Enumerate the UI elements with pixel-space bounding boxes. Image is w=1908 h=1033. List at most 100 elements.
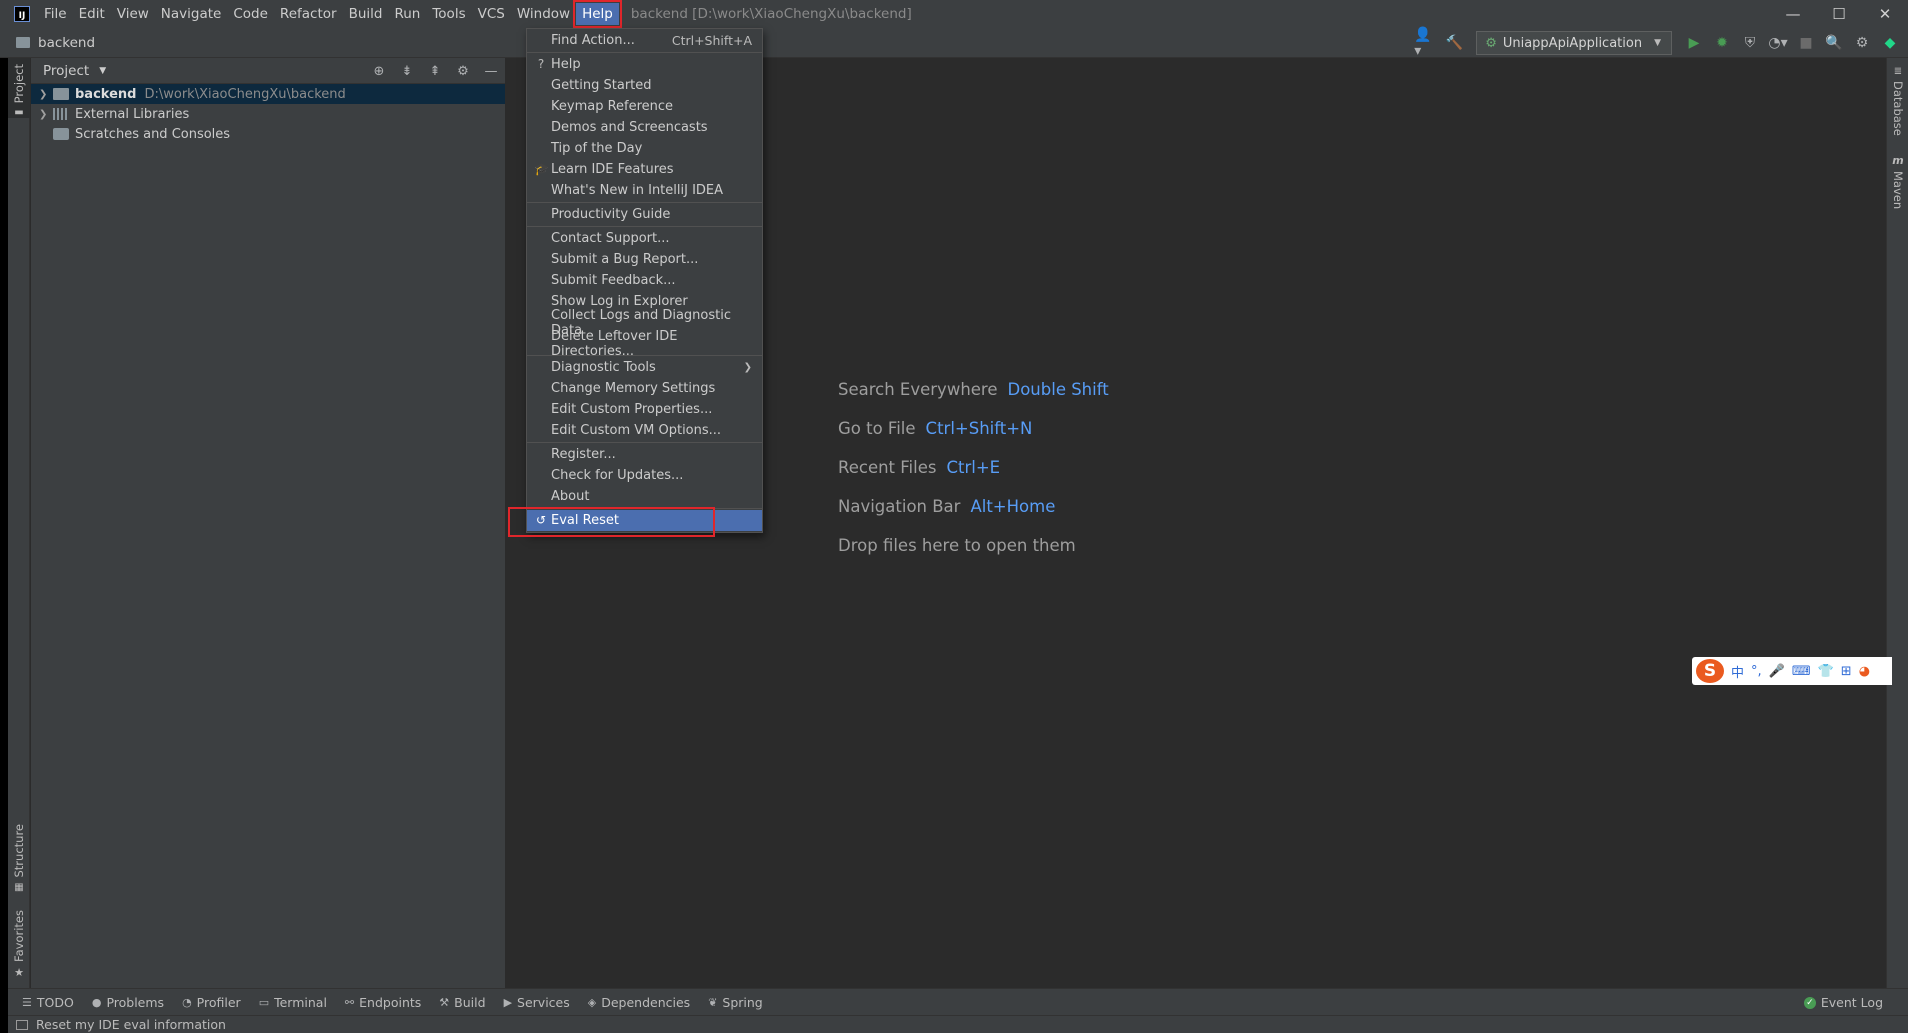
menu-view[interactable]: View	[111, 3, 155, 25]
project-folder-icon: ▬	[14, 107, 24, 119]
tool-tab-todo[interactable]: ☰ TODO	[22, 995, 74, 1010]
menu-learn-ide-features[interactable]: 🎓 Learn IDE Features	[527, 159, 762, 180]
tool-tab-favorites[interactable]: Favorites ★	[8, 910, 30, 982]
menu-tools[interactable]: Tools	[426, 3, 471, 25]
menu-item-label: Productivity Guide	[551, 207, 671, 222]
menu-demos-screencasts[interactable]: Demos and Screencasts	[527, 117, 762, 138]
menu-delete-leftover-dirs[interactable]: Delete Leftover IDE Directories...	[527, 329, 762, 359]
expand-all-icon[interactable]: ⇟	[397, 64, 417, 79]
menu-change-memory[interactable]: Change Memory Settings	[527, 378, 762, 399]
tool-tab-spring[interactable]: ❦ Spring	[708, 995, 763, 1010]
menu-edit[interactable]: Edit	[73, 3, 111, 25]
menu-contact-support[interactable]: Contact Support...	[527, 228, 762, 249]
run-configuration-selector[interactable]: ⚙ UniappApiApplication ▼	[1476, 31, 1672, 55]
menu-item-label: Edit Custom Properties...	[551, 402, 713, 417]
expand-arrow-icon[interactable]: ❯	[39, 109, 53, 120]
hint-label: Go to File	[838, 419, 916, 438]
menu-getting-started[interactable]: Getting Started	[527, 75, 762, 96]
menu-register[interactable]: Register...	[527, 444, 762, 465]
menu-keymap-reference[interactable]: Keymap Reference	[527, 96, 762, 117]
maximize-icon[interactable]: ☐	[1816, 0, 1862, 28]
menu-run[interactable]: Run	[388, 3, 426, 25]
menu-navigate[interactable]: Navigate	[155, 3, 228, 25]
breadcrumb[interactable]: backend	[16, 35, 95, 51]
tool-tab-problems[interactable]: ● Problems	[92, 995, 164, 1010]
menu-build[interactable]: Build	[343, 3, 389, 25]
menu-window[interactable]: Window	[511, 3, 576, 25]
tool-tab-terminal[interactable]: ▭ Terminal	[259, 995, 327, 1010]
menu-code[interactable]: Code	[227, 3, 274, 25]
tool-tab-project[interactable]: Project ▬	[8, 58, 30, 118]
menu-file[interactable]: File	[38, 3, 73, 25]
menu-check-updates[interactable]: Check for Updates...	[527, 465, 762, 486]
menu-whats-new[interactable]: What's New in IntelliJ IDEA	[527, 180, 762, 201]
debug-icon[interactable]: ✹	[1710, 31, 1734, 55]
tool-tab-profiler[interactable]: ◔ Profiler	[182, 995, 241, 1010]
menu-productivity-guide[interactable]: Productivity Guide	[527, 204, 762, 225]
locate-file-icon[interactable]: ⊕	[369, 64, 389, 79]
menu-eval-reset[interactable]: ↺ Eval Reset	[527, 510, 762, 531]
menu-refactor[interactable]: Refactor	[274, 3, 343, 25]
terminal-icon: ▭	[258, 995, 270, 1009]
tree-item-scratches[interactable]: Scratches and Consoles	[31, 124, 505, 144]
menu-help-contents[interactable]: ? Help	[527, 54, 762, 75]
tool-tab-endpoints[interactable]: ⚯ Endpoints	[345, 995, 421, 1010]
tool-tab-label: Profiler	[196, 994, 241, 1010]
expand-arrow-icon[interactable]: ❯	[39, 89, 53, 100]
status-message: Reset my IDE eval information	[36, 1017, 226, 1032]
menu-find-action[interactable]: Find Action... Ctrl+Shift+A	[527, 30, 762, 51]
ime-toolbar[interactable]: S 中 °, 🎤 ⌨ 👕 ⊞ ◕	[1692, 657, 1892, 685]
database-icon: ≣	[1893, 66, 1903, 77]
tree-item-external-libraries[interactable]: ❯ External Libraries	[31, 104, 505, 124]
menu-item-label: Keymap Reference	[551, 99, 674, 114]
minimize-icon[interactable]: —	[1770, 0, 1816, 28]
menu-about[interactable]: About	[527, 486, 762, 507]
mascot-icon[interactable]: ◕	[1859, 664, 1870, 679]
profile-icon[interactable]: ◔▾	[1766, 31, 1790, 55]
toolbox-logo-icon[interactable]: ◆	[1878, 31, 1902, 55]
chevron-down-icon: ▼	[1654, 38, 1661, 48]
stop-icon[interactable]: ■	[1794, 31, 1818, 55]
tool-tab-structure[interactable]: Structure ▦	[8, 824, 30, 894]
microphone-icon[interactable]: 🎤	[1769, 664, 1785, 679]
keyboard-icon[interactable]: ⌨	[1792, 664, 1811, 679]
tool-tab-dependencies[interactable]: ◈ Dependencies	[588, 995, 690, 1010]
coverage-icon[interactable]: ⛨	[1738, 31, 1762, 55]
search-icon[interactable]: 🔍	[1822, 31, 1846, 55]
profiler-icon: ◔	[182, 995, 192, 1009]
chevron-down-icon[interactable]: ▼	[99, 66, 106, 76]
tool-tab-build[interactable]: ⚒ Build	[439, 995, 485, 1010]
menu-submit-feedback[interactable]: Submit Feedback...	[527, 270, 762, 291]
hide-panel-icon[interactable]: —	[481, 64, 501, 79]
tree-item-backend[interactable]: ❯ backend D:\work\XiaoChengXu\backend	[31, 84, 505, 104]
menu-submit-bug-report[interactable]: Submit a Bug Report...	[527, 249, 762, 270]
gear-icon[interactable]: ⚙	[453, 64, 473, 79]
chinese-mode-icon[interactable]: 中	[1731, 662, 1744, 681]
tool-tab-services[interactable]: ▶ Services	[504, 995, 570, 1010]
panel-toggle-icon[interactable]	[16, 1019, 28, 1030]
user-account-icon[interactable]: 👤▾	[1414, 27, 1438, 59]
maven-icon: m	[1892, 154, 1904, 167]
tool-tab-database[interactable]: ≣ Database	[1887, 66, 1908, 146]
menu-tip-of-the-day[interactable]: Tip of the Day	[527, 138, 762, 159]
gear-icon[interactable]: ⚙	[1850, 31, 1874, 55]
close-icon[interactable]: ✕	[1862, 0, 1908, 28]
toolbox-grid-icon[interactable]: ⊞	[1841, 664, 1852, 679]
tool-tab-maven[interactable]: m Maven	[1887, 154, 1908, 224]
punctuation-icon[interactable]: °,	[1751, 664, 1762, 679]
menu-help[interactable]: Help	[573, 0, 622, 28]
menu-vcs[interactable]: VCS	[472, 3, 511, 25]
menu-item-label: Diagnostic Tools	[551, 360, 656, 375]
run-icon[interactable]: ▶	[1682, 31, 1706, 55]
build-hammer-icon[interactable]: 🔨	[1442, 31, 1466, 55]
collapse-all-icon[interactable]: ⇞	[425, 64, 445, 79]
skin-icon[interactable]: 👕	[1818, 664, 1834, 679]
menu-diagnostic-tools[interactable]: Diagnostic Tools ❯	[527, 357, 762, 378]
project-view-selector[interactable]: Project	[43, 63, 89, 79]
event-log-button[interactable]: ✓ Event Log	[1803, 989, 1883, 1016]
menu-edit-custom-vm-options[interactable]: Edit Custom VM Options...	[527, 420, 762, 441]
toolbar-actions: 👤▾ 🔨 ⚙ UniappApiApplication ▼ ▶ ✹ ⛨ ◔▾ ■…	[1414, 27, 1902, 59]
tool-tab-label: TODO	[36, 994, 74, 1010]
event-log-label: Event Log	[1820, 995, 1883, 1010]
menu-edit-custom-properties[interactable]: Edit Custom Properties...	[527, 399, 762, 420]
